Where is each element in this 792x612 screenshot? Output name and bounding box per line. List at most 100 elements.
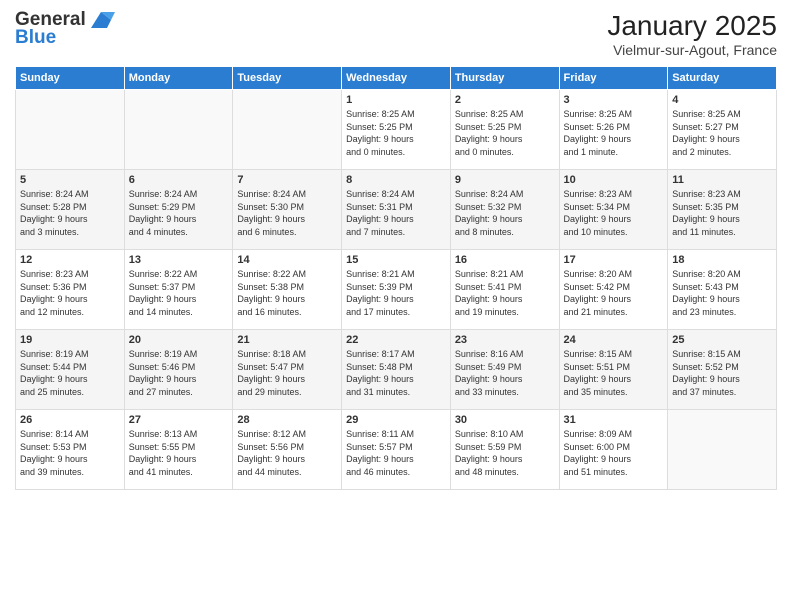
day-number: 14	[237, 254, 337, 266]
calendar-cell: 28Sunrise: 8:12 AMSunset: 5:56 PMDayligh…	[233, 410, 342, 490]
day-info: Sunrise: 8:25 AMSunset: 5:25 PMDaylight:…	[455, 108, 555, 158]
calendar-cell: 5 Sunrise: 8:24 AMSunset: 5:28 PMDaylight…	[16, 170, 125, 250]
day-number: 31	[564, 414, 664, 426]
day-info: Sunrise: 8:21 AMSunset: 5:41 PMDaylight:…	[455, 268, 555, 318]
calendar-cell: 29 Sunrise: 8:11 AMSunset: 5:57 PMDayligh…	[342, 410, 451, 490]
calendar-cell: 27Sunrise: 8:13 AMSunset: 5:55 PMDayligh…	[124, 410, 233, 490]
day-number: 11	[672, 174, 772, 186]
day-number: 20	[129, 334, 229, 346]
calendar-cell: 17 Sunrise: 8:20 AMSunset: 5:42 PMDayligh…	[559, 250, 668, 330]
day-info: Sunrise: 8:24 AMSunset: 5:32 PMDaylight:…	[455, 188, 555, 238]
day-number: 10	[564, 174, 664, 186]
day-number: 5	[20, 174, 120, 186]
day-number: 13	[129, 254, 229, 266]
month-title: January 2025	[607, 10, 777, 42]
day-info: Sunrise: 8:09 AMSunset: 6:00 PMDaylight:…	[564, 428, 664, 478]
day-number: 24	[564, 334, 664, 346]
day-info: Sunrise: 8:17 AMSunset: 5:48 PMDaylight:…	[346, 348, 446, 398]
calendar-cell: 26Sunrise: 8:14 AMSunset: 5:53 PMDayligh…	[16, 410, 125, 490]
day-number: 18	[672, 254, 772, 266]
title-block: January 2025 Vielmur-sur-Agout, France	[607, 10, 777, 58]
day-number: 9	[455, 174, 555, 186]
day-info: Sunrise: 8:16 AMSunset: 5:49 PMDaylight:…	[455, 348, 555, 398]
calendar-cell: 15Sunrise: 8:21 AMSunset: 5:39 PMDayligh…	[342, 250, 451, 330]
calendar-week-row: 5 Sunrise: 8:24 AMSunset: 5:28 PMDaylight…	[16, 170, 777, 250]
calendar-cell: 11 Sunrise: 8:23 AMSunset: 5:35 PMDayligh…	[668, 170, 777, 250]
calendar-cell: 12 Sunrise: 8:23 AMSunset: 5:36 PMDayligh…	[16, 250, 125, 330]
calendar-cell: 13Sunrise: 8:22 AMSunset: 5:37 PMDayligh…	[124, 250, 233, 330]
day-info: Sunrise: 8:21 AMSunset: 5:39 PMDaylight:…	[346, 268, 446, 318]
day-number: 8	[346, 174, 446, 186]
col-saturday: Saturday	[668, 67, 777, 90]
calendar-cell: 3 Sunrise: 8:25 AMSunset: 5:26 PMDaylight…	[559, 90, 668, 170]
calendar-cell: 24 Sunrise: 8:15 AMSunset: 5:51 PMDayligh…	[559, 330, 668, 410]
calendar-cell: 21Sunrise: 8:18 AMSunset: 5:47 PMDayligh…	[233, 330, 342, 410]
day-number: 2	[455, 94, 555, 106]
day-number: 3	[564, 94, 664, 106]
logo-icon	[87, 10, 115, 30]
day-info: Sunrise: 8:19 AMSunset: 5:44 PMDaylight:…	[20, 348, 120, 398]
day-info: Sunrise: 8:24 AMSunset: 5:29 PMDaylight:…	[129, 188, 229, 238]
calendar-cell: 25 Sunrise: 8:15 AMSunset: 5:52 PMDayligh…	[668, 330, 777, 410]
col-thursday: Thursday	[450, 67, 559, 90]
calendar-week-row: 26Sunrise: 8:14 AMSunset: 5:53 PMDayligh…	[16, 410, 777, 490]
calendar-cell: 18 Sunrise: 8:20 AMSunset: 5:43 PMDayligh…	[668, 250, 777, 330]
day-number: 23	[455, 334, 555, 346]
day-number: 29	[346, 414, 446, 426]
day-number: 22	[346, 334, 446, 346]
col-friday: Friday	[559, 67, 668, 90]
calendar-cell: 23 Sunrise: 8:16 AMSunset: 5:49 PMDayligh…	[450, 330, 559, 410]
col-wednesday: Wednesday	[342, 67, 451, 90]
col-monday: Monday	[124, 67, 233, 90]
day-number: 1	[346, 94, 446, 106]
day-number: 19	[20, 334, 120, 346]
calendar-cell: 22 Sunrise: 8:17 AMSunset: 5:48 PMDayligh…	[342, 330, 451, 410]
calendar-table: Sunday Monday Tuesday Wednesday Thursday…	[15, 66, 777, 490]
calendar-cell: 6 Sunrise: 8:24 AMSunset: 5:29 PMDaylight…	[124, 170, 233, 250]
calendar-cell: 14 Sunrise: 8:22 AMSunset: 5:38 PMDayligh…	[233, 250, 342, 330]
day-number: 27	[129, 414, 229, 426]
calendar-cell	[124, 90, 233, 170]
day-info: Sunrise: 8:22 AMSunset: 5:38 PMDaylight:…	[237, 268, 337, 318]
calendar-cell: 20 Sunrise: 8:19 AMSunset: 5:46 PMDayligh…	[124, 330, 233, 410]
header: General Blue January 2025 Vielmur-sur-Ag…	[15, 10, 777, 58]
calendar-cell: 8 Sunrise: 8:24 AMSunset: 5:31 PMDaylight…	[342, 170, 451, 250]
calendar-cell: 7 Sunrise: 8:24 AMSunset: 5:30 PMDaylight…	[233, 170, 342, 250]
calendar-cell: 30 Sunrise: 8:10 AMSunset: 5:59 PMDayligh…	[450, 410, 559, 490]
day-info: Sunrise: 8:23 AMSunset: 5:35 PMDaylight:…	[672, 188, 772, 238]
day-info: Sunrise: 8:24 AMSunset: 5:30 PMDaylight:…	[237, 188, 337, 238]
day-info: Sunrise: 8:15 AMSunset: 5:51 PMDaylight:…	[564, 348, 664, 398]
day-number: 7	[237, 174, 337, 186]
day-info: Sunrise: 8:19 AMSunset: 5:46 PMDaylight:…	[129, 348, 229, 398]
day-info: Sunrise: 8:25 AMSunset: 5:27 PMDaylight:…	[672, 108, 772, 158]
day-info: Sunrise: 8:20 AMSunset: 5:42 PMDaylight:…	[564, 268, 664, 318]
day-info: Sunrise: 8:12 AMSunset: 5:56 PMDaylight:…	[237, 428, 337, 478]
calendar-cell: 4Sunrise: 8:25 AMSunset: 5:27 PMDaylight…	[668, 90, 777, 170]
logo: General Blue	[15, 10, 115, 49]
day-number: 12	[20, 254, 120, 266]
day-info: Sunrise: 8:20 AMSunset: 5:43 PMDaylight:…	[672, 268, 772, 318]
calendar-cell	[233, 90, 342, 170]
day-number: 17	[564, 254, 664, 266]
calendar-cell	[16, 90, 125, 170]
day-info: Sunrise: 8:24 AMSunset: 5:31 PMDaylight:…	[346, 188, 446, 238]
calendar-cell: 10 Sunrise: 8:23 AMSunset: 5:34 PMDayligh…	[559, 170, 668, 250]
location: Vielmur-sur-Agout, France	[607, 42, 777, 58]
day-number: 6	[129, 174, 229, 186]
calendar-week-row: 1 Sunrise: 8:25 AMSunset: 5:25 PMDaylight…	[16, 90, 777, 170]
calendar-cell: 9 Sunrise: 8:24 AMSunset: 5:32 PMDaylight…	[450, 170, 559, 250]
day-number: 16	[455, 254, 555, 266]
day-info: Sunrise: 8:23 AMSunset: 5:34 PMDaylight:…	[564, 188, 664, 238]
day-number: 25	[672, 334, 772, 346]
day-info: Sunrise: 8:11 AMSunset: 5:57 PMDaylight:…	[346, 428, 446, 478]
day-info: Sunrise: 8:23 AMSunset: 5:36 PMDaylight:…	[20, 268, 120, 318]
day-info: Sunrise: 8:18 AMSunset: 5:47 PMDaylight:…	[237, 348, 337, 398]
calendar-cell: 19 Sunrise: 8:19 AMSunset: 5:44 PMDayligh…	[16, 330, 125, 410]
day-info: Sunrise: 8:25 AMSunset: 5:26 PMDaylight:…	[564, 108, 664, 158]
day-info: Sunrise: 8:10 AMSunset: 5:59 PMDaylight:…	[455, 428, 555, 478]
day-info: Sunrise: 8:25 AMSunset: 5:25 PMDaylight:…	[346, 108, 446, 158]
col-sunday: Sunday	[16, 67, 125, 90]
day-info: Sunrise: 8:15 AMSunset: 5:52 PMDaylight:…	[672, 348, 772, 398]
day-info: Sunrise: 8:24 AMSunset: 5:28 PMDaylight:…	[20, 188, 120, 238]
day-number: 30	[455, 414, 555, 426]
